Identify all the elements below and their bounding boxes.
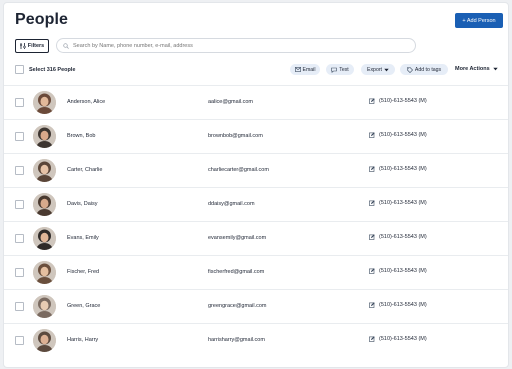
avatar — [33, 193, 56, 216]
bulk-actions-toolbar: Select 316 People Email Text Export Add — [4, 63, 508, 77]
person-email[interactable]: ddaisy@gmail.com — [208, 201, 255, 207]
search-box[interactable] — [56, 38, 416, 53]
row-checkbox[interactable] — [15, 200, 24, 209]
person-name[interactable]: Green, Grace — [67, 303, 100, 309]
person-email[interactable]: brownbob@gmail.com — [208, 133, 263, 139]
more-actions-dropdown[interactable]: More Actions — [455, 66, 498, 72]
person-phone[interactable]: (510)-613-5543 (M) — [369, 302, 427, 308]
filters-label: Filters — [27, 43, 45, 49]
filters-button[interactable]: Filters — [15, 39, 49, 53]
table-row[interactable]: Green, Grace greengrace@gmail.com (510)-61… — [4, 289, 508, 323]
person-phone[interactable]: (510)-613-5543 (M) — [369, 98, 427, 104]
tag-icon — [407, 66, 413, 73]
table-row[interactable]: Brown, Bob brownbob@gmail.com (510)-613-55… — [4, 119, 508, 153]
row-checkbox[interactable] — [15, 268, 24, 277]
add-person-label: + Add Person — [462, 17, 496, 24]
person-phone[interactable]: (510)-613-5543 (M) — [369, 132, 427, 138]
person-name[interactable]: Anderson, Alice — [67, 99, 105, 105]
row-checkbox[interactable] — [15, 302, 24, 311]
person-phone[interactable]: (510)-613-5543 (M) — [369, 268, 427, 274]
search-icon — [63, 42, 69, 49]
person-email[interactable]: charliecarter@gmail.com — [208, 167, 269, 173]
person-name[interactable]: Fischer, Fred — [67, 269, 99, 275]
avatar — [33, 125, 56, 148]
person-phone[interactable]: (510)-613-5543 (M) — [369, 234, 427, 240]
edit-icon[interactable] — [369, 268, 375, 274]
row-checkbox[interactable] — [15, 132, 24, 141]
person-email[interactable]: harrisharry@gmail.com — [208, 337, 265, 343]
edit-icon[interactable] — [369, 302, 375, 308]
avatar — [33, 91, 56, 114]
phone-number: (510)-613-5543 (M) — [379, 234, 427, 240]
avatar — [33, 227, 56, 250]
avatar — [33, 261, 56, 284]
select-all-label: Select 316 People — [29, 66, 76, 73]
person-name[interactable]: Evans, Emily — [67, 235, 99, 241]
caret-down-icon — [492, 67, 498, 71]
phone-number: (510)-613-5543 (M) — [379, 132, 427, 138]
phone-number: (510)-613-5543 (M) — [379, 98, 427, 104]
person-phone[interactable]: (510)-613-5543 (M) — [369, 336, 427, 342]
page-title: People — [15, 11, 69, 28]
export-dropdown[interactable]: Export — [361, 64, 395, 75]
add-person-button[interactable]: + Add Person — [455, 13, 503, 28]
table-row[interactable]: Davis, Daisy ddaisy@gmail.com (510)-613-55… — [4, 187, 508, 221]
table-row[interactable]: Harris, Harry harrisharry@gmail.com (510)-… — [4, 323, 508, 357]
phone-number: (510)-613-5543 (M) — [379, 336, 427, 342]
envelope-icon — [294, 67, 301, 72]
phone-number: (510)-613-5543 (M) — [379, 200, 427, 206]
table-row[interactable]: Carter, Charlie charliecarter@gmail.com (5… — [4, 153, 508, 187]
avatar — [33, 159, 56, 182]
add-to-tags-button[interactable]: Add to tags — [400, 64, 448, 75]
people-page: People + Add Person Filters Select 316 P… — [3, 2, 509, 368]
people-list: Anderson, Alice aalice@gmail.com (510)-613… — [4, 85, 508, 357]
avatar — [33, 329, 56, 352]
caret-down-icon — [384, 68, 389, 72]
person-phone[interactable]: (510)-613-5543 (M) — [369, 200, 427, 206]
table-row[interactable]: Evans, Emily evansemily@gmail.com (510)-61… — [4, 221, 508, 255]
avatar — [33, 295, 56, 318]
phone-number: (510)-613-5543 (M) — [379, 166, 427, 172]
person-email[interactable]: evansemily@gmail.com — [208, 235, 266, 241]
add-to-tags-label: Add to tags — [414, 66, 442, 73]
edit-icon[interactable] — [369, 166, 375, 172]
table-row[interactable]: Fischer, Fred fischerfred@gmail.com (510)-… — [4, 255, 508, 289]
person-email[interactable]: aalice@gmail.com — [208, 99, 253, 105]
email-button-label: Email — [302, 66, 316, 73]
search-input[interactable] — [73, 42, 373, 49]
edit-icon[interactable] — [369, 200, 375, 206]
email-button[interactable]: Email — [290, 64, 320, 75]
edit-icon[interactable] — [369, 336, 375, 342]
text-button-label: Text — [339, 66, 349, 73]
row-checkbox[interactable] — [15, 234, 24, 243]
person-email[interactable]: greengrace@gmail.com — [208, 303, 266, 309]
select-all-checkbox[interactable] — [15, 65, 24, 74]
chat-icon — [331, 67, 338, 73]
person-email[interactable]: fischerfred@gmail.com — [208, 269, 264, 275]
person-phone[interactable]: (510)-613-5543 (M) — [369, 166, 427, 172]
select-all[interactable]: Select 316 People — [15, 65, 75, 74]
person-name[interactable]: Davis, Daisy — [67, 201, 98, 207]
table-row[interactable]: Anderson, Alice aalice@gmail.com (510)-613… — [4, 85, 508, 119]
edit-icon[interactable] — [369, 98, 375, 104]
filter-icon — [19, 43, 26, 49]
row-checkbox[interactable] — [15, 336, 24, 345]
phone-number: (510)-613-5543 (M) — [379, 268, 427, 274]
person-name[interactable]: Carter, Charlie — [67, 167, 102, 173]
row-checkbox[interactable] — [15, 98, 24, 107]
edit-icon[interactable] — [369, 234, 375, 240]
person-name[interactable]: Brown, Bob — [67, 133, 95, 139]
edit-icon[interactable] — [369, 132, 375, 138]
export-label: Export — [367, 66, 382, 73]
more-actions-label: More Actions — [455, 66, 490, 72]
row-checkbox[interactable] — [15, 166, 24, 175]
phone-number: (510)-613-5543 (M) — [379, 302, 427, 308]
text-button[interactable]: Text — [326, 64, 354, 75]
person-name[interactable]: Harris, Harry — [67, 337, 98, 343]
